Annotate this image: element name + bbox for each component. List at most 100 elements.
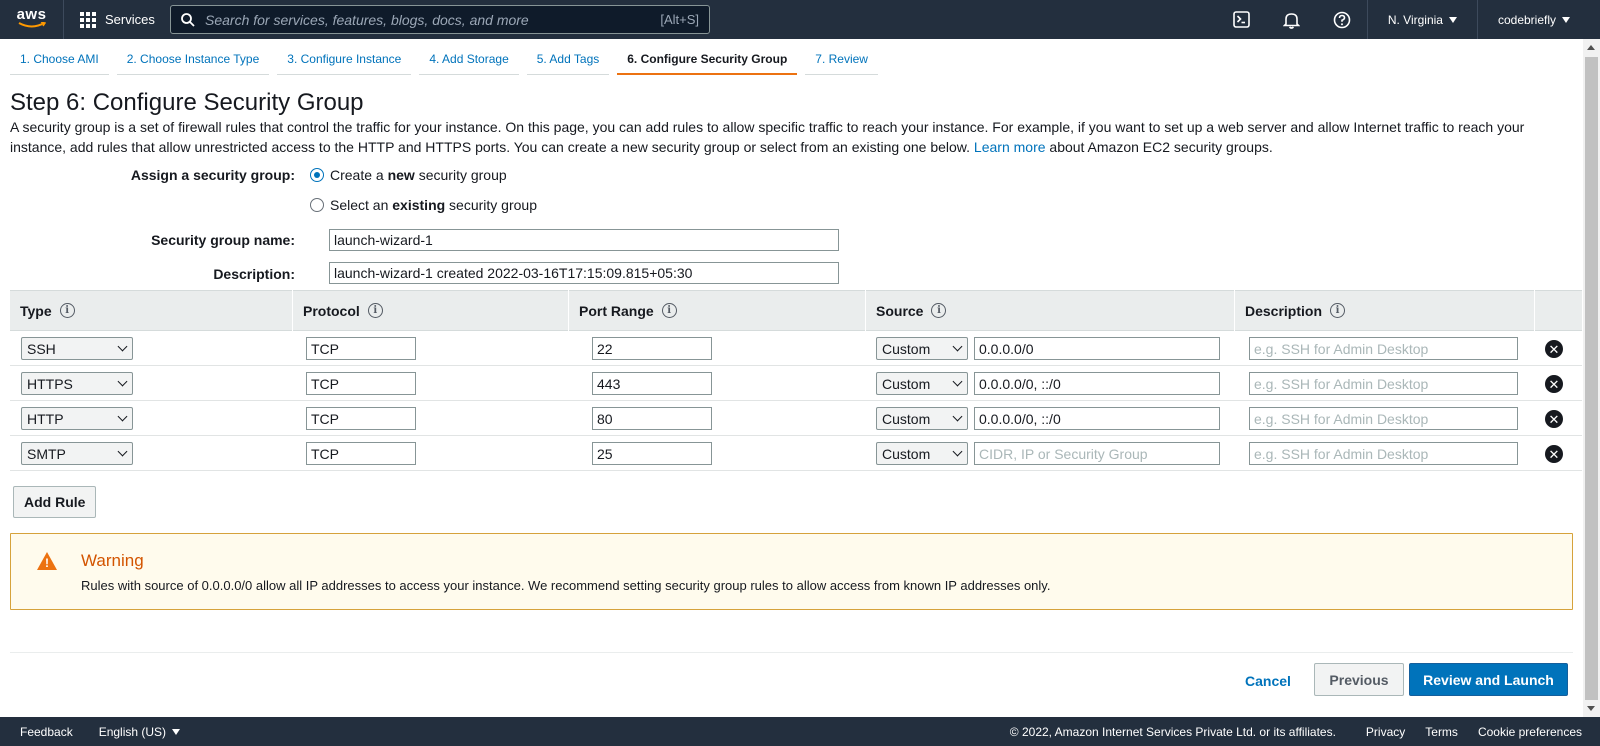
grid-icon xyxy=(80,11,96,28)
chevron-down-icon xyxy=(952,411,963,422)
account-menu[interactable]: codebriefly xyxy=(1476,0,1600,39)
port-range-input[interactable] xyxy=(592,442,712,465)
chevron-down-icon xyxy=(117,341,128,352)
help-button[interactable] xyxy=(1317,0,1367,39)
source-mode-select[interactable]: Custom xyxy=(876,442,968,465)
services-label: Services xyxy=(105,12,155,27)
type-select[interactable]: SSH xyxy=(21,337,133,360)
caret-down-icon xyxy=(1448,16,1457,23)
chevron-down-icon xyxy=(952,341,963,352)
table-row: HTTP Custom ✕ xyxy=(10,401,1582,436)
description-input[interactable] xyxy=(1249,407,1518,430)
header-actions xyxy=(1535,290,1582,331)
search-input[interactable]: Search for services, features, blogs, do… xyxy=(170,5,710,34)
radio-select-existing[interactable]: Select an existing security group xyxy=(310,197,537,213)
scrollbar-thumb[interactable] xyxy=(1585,57,1598,700)
table-header: Type i Protocol i Port Range i Source i Desc… xyxy=(10,290,1582,331)
cancel-button[interactable]: Cancel xyxy=(1245,670,1291,692)
scroll-down-icon[interactable] xyxy=(1587,706,1595,711)
delete-rule-icon[interactable]: ✕ xyxy=(1545,445,1563,463)
port-range-input[interactable] xyxy=(592,337,712,360)
source-input[interactable] xyxy=(974,407,1220,430)
copyright-text: © 2022, Amazon Internet Services Private… xyxy=(1009,724,1336,739)
description-input[interactable] xyxy=(1249,372,1518,395)
radio-select-existing-label: Select an existing security group xyxy=(330,197,537,213)
account-label: codebriefly xyxy=(1497,12,1556,27)
security-group-name-label: Security group name: xyxy=(151,232,295,248)
language-label: English (US) xyxy=(98,724,167,739)
chevron-down-icon xyxy=(952,446,963,457)
table-row: SMTP Custom ✕ xyxy=(10,436,1582,471)
radio-create-new-label: Create a new security group xyxy=(330,167,507,183)
search-icon xyxy=(181,12,195,27)
source-mode-select[interactable]: Custom xyxy=(876,337,968,360)
divider xyxy=(10,652,1573,653)
source-input[interactable] xyxy=(974,372,1220,395)
description-input[interactable] xyxy=(1249,337,1518,360)
bell-icon xyxy=(1283,12,1301,29)
tab-review[interactable]: 7. Review xyxy=(805,46,878,75)
info-icon[interactable]: i xyxy=(931,303,947,318)
protocol-input[interactable] xyxy=(306,372,416,395)
description-input[interactable] xyxy=(329,262,839,284)
source-input[interactable] xyxy=(974,442,1220,465)
protocol-input[interactable] xyxy=(306,442,416,465)
learn-more-link[interactable]: Learn more xyxy=(974,139,1046,155)
intro-text: A security group is a set of firewall ru… xyxy=(10,117,1550,157)
info-icon[interactable]: i xyxy=(661,303,677,318)
source-input[interactable] xyxy=(974,337,1220,360)
tab-configure-instance[interactable]: 3. Configure Instance xyxy=(277,46,412,75)
table-row: HTTPS Custom ✕ xyxy=(10,366,1582,401)
type-select[interactable]: SMTP xyxy=(21,442,133,465)
wizard-steps: 1. Choose AMI 2. Choose Instance Type 3.… xyxy=(10,46,878,76)
terms-link[interactable]: Terms xyxy=(1415,725,1468,739)
info-icon[interactable]: i xyxy=(367,303,383,318)
delete-rule-icon[interactable]: ✕ xyxy=(1545,340,1563,358)
radio-button[interactable] xyxy=(310,198,324,212)
chevron-down-icon xyxy=(952,376,963,387)
cookie-preferences-link[interactable]: Cookie preferences xyxy=(1468,725,1600,739)
protocol-input[interactable] xyxy=(306,337,416,360)
scroll-up-icon[interactable] xyxy=(1587,45,1595,50)
rules-table: Type i Protocol i Port Range i Source i Desc… xyxy=(10,290,1582,471)
tab-add-storage[interactable]: 4. Add Storage xyxy=(419,46,519,75)
review-and-launch-button[interactable]: Review and Launch xyxy=(1409,663,1568,696)
add-rule-button[interactable]: Add Rule xyxy=(13,486,97,518)
intro-suffix: about Amazon EC2 security groups. xyxy=(1049,139,1273,155)
caret-down-icon xyxy=(172,728,181,735)
tab-configure-security-group[interactable]: 6. Configure Security Group xyxy=(617,46,798,75)
top-navigation: aws Services Search for services, featur… xyxy=(0,0,1600,39)
source-mode-select[interactable]: Custom xyxy=(876,372,968,395)
info-icon[interactable]: i xyxy=(1330,303,1346,318)
info-icon[interactable]: i xyxy=(59,303,75,318)
aws-logo[interactable]: aws xyxy=(0,0,64,39)
aws-logo-text: aws xyxy=(16,6,47,23)
search-placeholder: Search for services, features, blogs, do… xyxy=(205,11,529,28)
source-mode-select[interactable]: Custom xyxy=(876,407,968,430)
port-range-input[interactable] xyxy=(592,372,712,395)
delete-rule-icon[interactable]: ✕ xyxy=(1545,375,1563,393)
security-group-name-input[interactable] xyxy=(329,229,839,251)
language-selector[interactable]: English (US) xyxy=(83,725,190,739)
port-range-input[interactable] xyxy=(592,407,712,430)
privacy-link[interactable]: Privacy xyxy=(1356,725,1415,739)
region-selector[interactable]: N. Virginia xyxy=(1366,0,1477,39)
tab-choose-instance-type[interactable]: 2. Choose Instance Type xyxy=(116,46,270,75)
notifications-button[interactable] xyxy=(1267,0,1317,39)
tab-add-tags[interactable]: 5. Add Tags xyxy=(526,46,610,75)
tab-choose-ami[interactable]: 1. Choose AMI xyxy=(10,46,109,75)
type-select[interactable]: HTTP xyxy=(21,407,133,430)
radio-button-checked[interactable] xyxy=(310,168,324,182)
assign-security-group-label: Assign a security group: xyxy=(130,167,295,183)
cloudshell-button[interactable] xyxy=(1217,0,1267,39)
type-select[interactable]: HTTPS xyxy=(21,372,133,395)
feedback-link[interactable]: Feedback xyxy=(0,725,83,739)
protocol-input[interactable] xyxy=(306,407,416,430)
services-menu-button[interactable]: Services xyxy=(64,0,171,39)
description-input[interactable] xyxy=(1249,442,1518,465)
warning-icon: ! xyxy=(37,552,57,570)
previous-button[interactable]: Previous xyxy=(1314,663,1404,696)
radio-create-new[interactable]: Create a new security group xyxy=(310,167,507,183)
delete-rule-icon[interactable]: ✕ xyxy=(1545,410,1563,428)
console-footer: Feedback English (US) © 2022, Amazon Int… xyxy=(0,717,1600,746)
